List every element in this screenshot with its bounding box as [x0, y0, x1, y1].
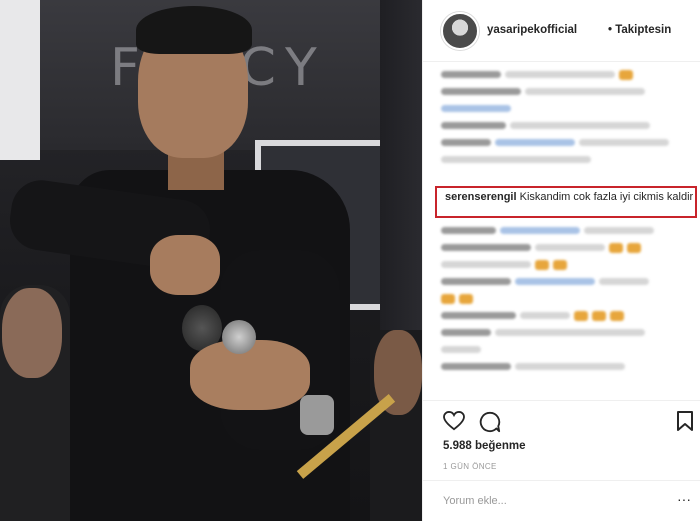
- comment-username[interactable]: serenserengil: [445, 191, 517, 203]
- like-count[interactable]: 5.988 beğenme: [443, 440, 525, 452]
- add-comment-bar: ···: [423, 480, 700, 521]
- blurred-comment: [441, 275, 696, 288]
- more-icon[interactable]: ···: [677, 491, 691, 507]
- comment-list: [441, 68, 696, 170]
- singer-fist: [150, 235, 220, 295]
- blurred-comment: [441, 85, 696, 98]
- blurred-comment: [441, 343, 696, 356]
- blurred-comment: [441, 309, 696, 322]
- comment-text: serenserengil Kiskandim cok fazla iyi ci…: [445, 191, 695, 204]
- stage-pillar: [0, 0, 40, 160]
- blurred-comment: [441, 153, 696, 166]
- post-header: yasaripekofficial • Takiptesin: [423, 0, 700, 62]
- wrist-watch: [300, 395, 334, 435]
- action-bar: [423, 400, 700, 438]
- blurred-comment: [441, 258, 696, 271]
- blurred-comment: [441, 292, 696, 305]
- avatar[interactable]: [441, 12, 479, 50]
- blurred-comment: [441, 326, 696, 339]
- microphone: [222, 320, 256, 354]
- blurred-comment: [441, 102, 696, 115]
- post-time: 1 GÜN ÖNCE: [443, 462, 497, 471]
- blurred-comment: [441, 119, 696, 132]
- post-sidebar: yasaripekofficial • Takiptesin serensere…: [422, 0, 700, 521]
- highlighted-comment: serenserengil Kiskandim cok fazla iyi ci…: [435, 186, 697, 218]
- singer-hair: [136, 6, 252, 54]
- comment-list: [441, 224, 696, 377]
- comment-input[interactable]: [443, 491, 663, 511]
- background-person-face: [2, 288, 62, 378]
- heart-icon[interactable]: [443, 410, 465, 431]
- blurred-comment: [441, 241, 696, 254]
- comment-icon[interactable]: [479, 411, 501, 433]
- blurred-comment: [441, 136, 696, 149]
- blurred-comment: [441, 360, 696, 373]
- post-username[interactable]: yasaripekofficial: [487, 24, 577, 36]
- bookmark-icon[interactable]: [677, 411, 693, 431]
- follow-status[interactable]: • Takiptesin: [608, 24, 671, 36]
- blurred-comment: [441, 68, 696, 81]
- blurred-comment: [441, 224, 696, 237]
- post-photo[interactable]: FANCY: [0, 0, 422, 521]
- singer-hand: [190, 340, 310, 410]
- comment-body: Kiskandim cok fazla iyi cikmis kaldir: [519, 191, 694, 203]
